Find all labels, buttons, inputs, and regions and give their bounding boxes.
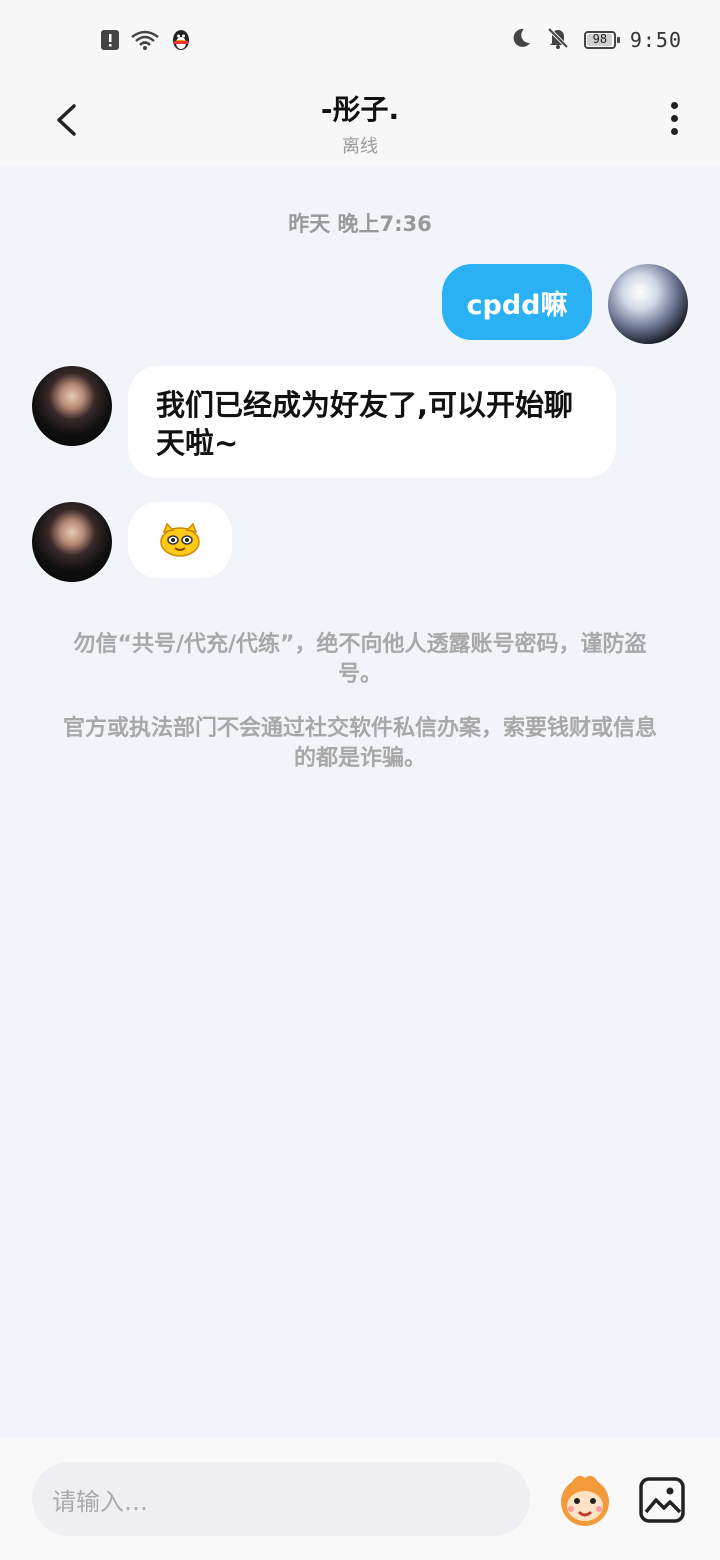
monkey-face-icon xyxy=(561,1475,609,1526)
more-dot-icon xyxy=(670,101,678,109)
battery-icon: 98 xyxy=(583,31,620,49)
status-left-icons xyxy=(100,28,192,56)
status-right-icons: 98 9:50 xyxy=(510,26,682,54)
header-title-block: -彤子. 离线 xyxy=(0,88,720,158)
more-dot-icon xyxy=(670,127,678,135)
contact-status: 离线 xyxy=(342,136,378,157)
chat-header: -彤子. 离线 xyxy=(0,80,720,166)
avatar-contact[interactable] xyxy=(32,366,112,446)
more-dot-icon xyxy=(670,114,678,122)
qq-penguin-icon xyxy=(170,28,192,56)
battery-level: 98 xyxy=(592,32,608,46)
status-time: 9:50 xyxy=(629,28,682,52)
security-notice: 勿信“共号/代充/代练”，绝不向他人透露账号密码，谨防盗号。 xyxy=(73,632,647,687)
avatar-contact[interactable] xyxy=(32,502,112,582)
contact-name: -彤子. xyxy=(320,93,400,126)
input-bar: 请输入… xyxy=(0,1438,720,1560)
status-bar: 98 9:50 xyxy=(0,0,720,80)
image-button[interactable] xyxy=(638,1476,686,1524)
message-bubble-contact[interactable]: 我们已经成为好友了,可以开始聊天啦~ xyxy=(128,366,616,478)
message-bubble-self[interactable]: cpdd嘛 xyxy=(442,264,592,340)
alert-icon xyxy=(100,29,120,55)
wifi-icon xyxy=(130,29,160,55)
image-icon xyxy=(639,1477,685,1523)
moon-icon xyxy=(510,27,532,53)
message-bubble-sticker[interactable] xyxy=(128,502,232,578)
avatar-self[interactable] xyxy=(608,264,688,344)
more-options-button[interactable] xyxy=(656,98,692,138)
chat-area[interactable]: 昨天 晚上7:36 cpdd嘛 我们已经成为好友了,可以开始聊天啦~ 勿信“共号… xyxy=(0,166,720,1438)
message-timestamp: 昨天 晚上7:36 xyxy=(288,212,432,236)
fraud-notice: 官方或执法部门不会通过社交软件私信办案，索要钱财或信息的都是诈骗。 xyxy=(62,716,657,771)
yellow-cat-face-sticker xyxy=(160,522,200,557)
sticker-button[interactable] xyxy=(554,1468,616,1530)
message-input[interactable]: 请输入… xyxy=(32,1462,530,1536)
bell-off-icon xyxy=(546,26,570,54)
